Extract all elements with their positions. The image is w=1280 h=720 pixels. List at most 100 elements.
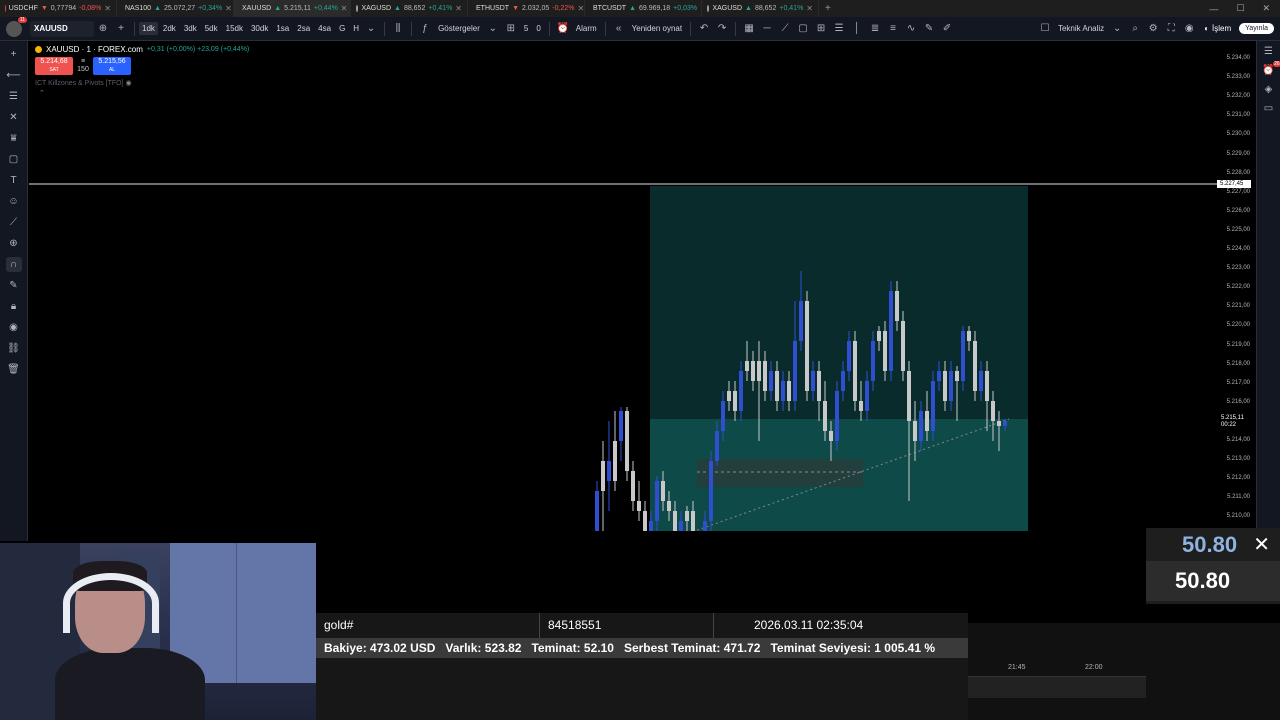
- close-tab-icon[interactable]: ✕: [341, 4, 348, 13]
- close-tab-icon[interactable]: ✕: [806, 4, 813, 13]
- layout-icon[interactable]: ⊞: [812, 23, 830, 34]
- fib-tool-icon[interactable]: ⩸: [6, 131, 22, 146]
- timeframe-button[interactable]: 1sa: [273, 22, 292, 35]
- horizontal-line-icon[interactable]: ─: [758, 23, 776, 34]
- brush-icon[interactable]: ✎: [920, 23, 938, 34]
- link-icon[interactable]: ⛓: [6, 341, 22, 356]
- chevron-down-icon[interactable]: ⌄: [1108, 23, 1126, 34]
- zoom-icon[interactable]: ⊕: [6, 236, 22, 251]
- maximize-icon[interactable]: ☐: [1236, 3, 1244, 14]
- lock-icon[interactable]: 🔒︎: [6, 299, 22, 314]
- timeframe-button[interactable]: G: [336, 22, 348, 35]
- checkbox-icon[interactable]: ☐: [1036, 23, 1054, 34]
- magnet-icon[interactable]: ∩: [5, 257, 22, 272]
- layers-icon[interactable]: ◈: [1265, 84, 1273, 95]
- templates-icon[interactable]: ⊞: [502, 23, 520, 34]
- minimize-icon[interactable]: —: [1209, 4, 1218, 14]
- text-tool-icon[interactable]: T: [6, 173, 22, 188]
- add-symbol-icon[interactable]: +: [112, 23, 130, 34]
- browser-tab[interactable]: XAGUSD ▲ 88,652 +0,41% ✕: [351, 0, 468, 17]
- candle-body: [775, 371, 779, 401]
- trash-icon[interactable]: 🗑︎: [6, 362, 22, 377]
- alarm-icon[interactable]: ⏰: [554, 23, 572, 34]
- sell-button[interactable]: 5.214,68 SAT: [35, 57, 73, 75]
- close-tab-icon[interactable]: ✕: [455, 4, 462, 13]
- timeframe-button[interactable]: 2dk: [160, 22, 179, 35]
- fib-icon[interactable]: ≡: [884, 23, 902, 34]
- eye-icon[interactable]: ◉: [126, 80, 132, 87]
- emoji-icon[interactable]: ☺: [6, 194, 22, 209]
- grid-icon[interactable]: ▦: [740, 23, 758, 34]
- pattern-tool-icon[interactable]: ✕: [6, 110, 22, 125]
- price-tick: 5.220,00: [1226, 322, 1250, 329]
- collapse-icon[interactable]: ⌃: [39, 89, 249, 97]
- browser-tab[interactable]: XAUUSD ▲ 5.215,11 +0,44% ✕: [234, 0, 351, 17]
- channel-tool-icon[interactable]: ☰: [6, 89, 22, 104]
- chart-canvas[interactable]: XAUUSD · 1 · FOREX.com +0,31 (+0,00%) +2…: [29, 41, 1220, 531]
- close-tab-icon[interactable]: ✕: [104, 4, 111, 13]
- pencil-lock-icon[interactable]: ✎: [6, 278, 22, 293]
- buy-button[interactable]: 5.215,56 AL: [93, 57, 131, 75]
- vertical-line-icon[interactable]: │: [848, 23, 866, 34]
- gear-icon[interactable]: ⚙: [1144, 23, 1162, 34]
- chevron-down-icon[interactable]: ⌄: [362, 23, 380, 34]
- close-icon[interactable]: ✕: [1253, 532, 1270, 557]
- indicators-icon[interactable]: ƒ: [416, 23, 434, 34]
- shape-tool-icon[interactable]: ▢: [6, 152, 22, 167]
- timeframe-button[interactable]: 4sa: [315, 22, 334, 35]
- price-axis[interactable]: 5.234,00 5.233,00 5.232,00 5.231,00 5.230,00…: [1220, 41, 1256, 531]
- alerts-icon[interactable]: ⏰ 26: [1262, 61, 1280, 76]
- close-tab-icon[interactable]: ✕: [577, 4, 584, 13]
- trend-line-icon[interactable]: ⟋: [776, 23, 794, 34]
- close-tab-icon[interactable]: ✕: [225, 4, 232, 13]
- chat-icon[interactable]: ▭: [1264, 103, 1273, 114]
- scroll-strip[interactable]: [968, 676, 1146, 698]
- chevron-down-icon[interactable]: ⌄: [484, 23, 502, 34]
- indicator-label[interactable]: ICT Killzones & Pivots [TFO] ◉: [35, 79, 249, 87]
- new-tab-icon[interactable]: +: [819, 3, 837, 14]
- timeframe-button[interactable]: 1dk: [139, 22, 158, 35]
- search-icon[interactable]: ⌕: [1126, 23, 1144, 34]
- candlestick-chart[interactable]: [29, 41, 1220, 531]
- timeframe-button[interactable]: 2sa: [294, 22, 313, 35]
- line-tool-icon[interactable]: ⟵: [6, 68, 22, 83]
- browser-tab[interactable]: XAGUSD ▲ 88,652 +0,41% ✕: [702, 0, 819, 17]
- trade-button[interactable]: ◐ İşlem: [1204, 24, 1231, 33]
- ruler-icon[interactable]: ⟋: [6, 215, 22, 230]
- candle-type-icon[interactable]: ⫼: [389, 23, 407, 34]
- replay-icon[interactable]: «: [610, 23, 628, 34]
- lot-size-value[interactable]: 50.80: [1182, 532, 1237, 558]
- rectangle-icon[interactable]: ▢: [794, 23, 812, 34]
- alarm-button[interactable]: Alarm: [572, 24, 601, 33]
- separator: [411, 21, 413, 36]
- undo-icon[interactable]: ↶: [695, 23, 713, 34]
- timeframe-button[interactable]: 30dk: [248, 22, 271, 35]
- pen-icon[interactable]: ✐: [938, 23, 956, 34]
- list-icon[interactable]: ☰: [830, 23, 848, 34]
- analysis-button[interactable]: Teknik Analiz: [1054, 24, 1108, 33]
- camera-icon[interactable]: ◉: [1180, 23, 1198, 34]
- account-login: 84518551: [540, 613, 714, 638]
- publish-button[interactable]: Yayınla: [1239, 23, 1274, 34]
- browser-tab[interactable]: NAS100 ▲ 25.072,27 +0,34% ✕: [117, 0, 234, 17]
- timeframe-button[interactable]: H: [350, 22, 362, 35]
- symbol-search-input[interactable]: XAUUSD: [30, 20, 94, 37]
- timeframe-button[interactable]: 15dk: [223, 22, 246, 35]
- compare-icon[interactable]: ⊕: [94, 23, 112, 34]
- eye-icon[interactable]: ◉: [6, 320, 22, 335]
- fullscreen-icon[interactable]: ⛶: [1162, 23, 1180, 34]
- timeframe-button[interactable]: 5dk: [202, 22, 221, 35]
- parallel-channel-icon[interactable]: ≣: [866, 23, 884, 34]
- crosshair-icon[interactable]: +: [6, 47, 22, 62]
- browser-tab[interactable]: USDCHF ▼ 0,77794 -0,08% ✕: [0, 0, 117, 17]
- avatar[interactable]: 11: [6, 16, 27, 37]
- browser-tab[interactable]: BTCUSDT▲69.969,18+0,03%✕: [585, 0, 702, 17]
- watchlist-icon[interactable]: ☰: [1264, 46, 1273, 57]
- indicators-button[interactable]: Göstergeler: [434, 24, 484, 33]
- browser-tab[interactable]: ETHUSDT ▼ 2.032,05 -0,22% ✕: [468, 0, 585, 17]
- replay-button[interactable]: Yeniden oynat: [628, 24, 686, 33]
- timeframe-button[interactable]: 3dk: [181, 22, 200, 35]
- path-icon[interactable]: ∿: [902, 23, 920, 34]
- close-icon[interactable]: ✕: [1262, 3, 1270, 14]
- redo-icon[interactable]: ↷: [713, 23, 731, 34]
